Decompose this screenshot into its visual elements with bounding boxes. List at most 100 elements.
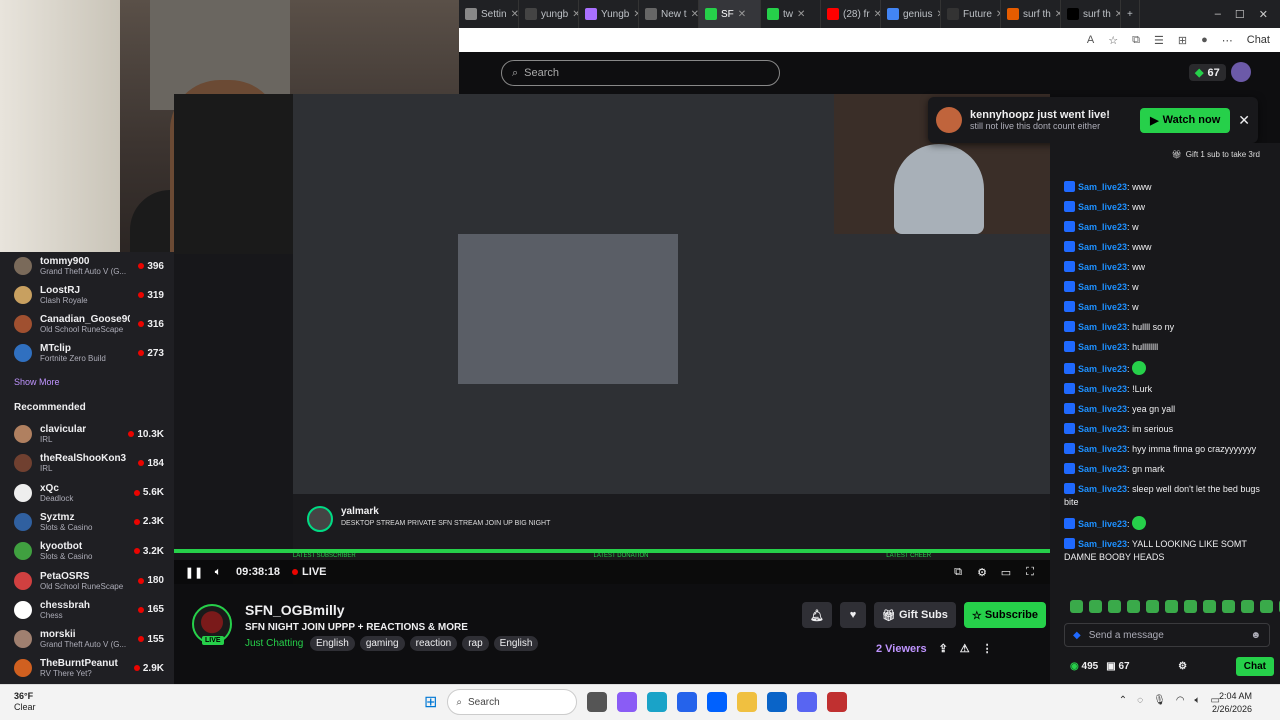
show-more-link[interactable]: Show More bbox=[14, 377, 60, 387]
chat-username[interactable]: Sam_live23 bbox=[1078, 484, 1127, 494]
stream-tag[interactable]: gaming bbox=[359, 636, 405, 651]
favorite-star-icon[interactable]: ☆ bbox=[1108, 34, 1118, 47]
tab-close-icon[interactable]: ✕ bbox=[797, 9, 805, 20]
speaker-icon[interactable]: 🔈︎ bbox=[1195, 695, 1201, 706]
tab-close-icon[interactable]: ✕ bbox=[691, 9, 698, 20]
watch-now-button[interactable]: ▶ Watch now bbox=[1140, 107, 1231, 133]
share-icon[interactable]: ⇪ bbox=[939, 642, 948, 655]
chat-settings-icon[interactable]: ⚙ bbox=[1178, 661, 1187, 672]
search-input[interactable]: ⌕ Search bbox=[501, 60, 780, 86]
sidebar-channel[interactable]: TheBurntPeanut RV There Yet? 2.9K bbox=[14, 654, 164, 682]
sidebar-channel[interactable]: chessbrah Chess 165 bbox=[14, 596, 164, 624]
clip-icon[interactable]: ⧉ bbox=[952, 566, 964, 578]
dropbox-icon[interactable] bbox=[707, 692, 728, 712]
chat-username[interactable]: Sam_live23 bbox=[1078, 444, 1127, 454]
sidebar-channel[interactable]: Canadian_Goose902 Old School RuneScape 316 bbox=[14, 310, 164, 338]
start-button-icon[interactable]: ⊞ bbox=[424, 692, 437, 712]
taskbar-search[interactable]: ⌕ Search bbox=[447, 689, 578, 715]
chat-username[interactable]: Sam_live23 bbox=[1078, 364, 1127, 374]
emote-icon[interactable] bbox=[1108, 600, 1121, 613]
sidebar-channel[interactable]: MTclip Fortnite Zero Build 273 bbox=[14, 339, 164, 367]
sidebar-channel[interactable]: LoostRJ Clash Royale 319 bbox=[14, 281, 164, 309]
extensions-icon[interactable]: ⧉ bbox=[1132, 34, 1140, 47]
stream-category[interactable]: Just Chatting bbox=[245, 638, 303, 649]
chat-username[interactable]: Sam_live23 bbox=[1078, 342, 1127, 352]
sidebar-channel[interactable]: Syztmz Slots & Casino 2.3K bbox=[14, 508, 164, 536]
chat-username[interactable]: Sam_live23 bbox=[1078, 282, 1127, 292]
taskbar-clock[interactable]: 2:04 AM 2/26/2026 bbox=[1212, 690, 1252, 716]
copilot-icon[interactable] bbox=[617, 692, 638, 712]
subscribe-button[interactable]: ☆ Subscribe bbox=[963, 602, 1047, 628]
discord-icon[interactable] bbox=[797, 692, 818, 712]
microphone-icon[interactable]: 🎙︎ bbox=[1153, 695, 1166, 706]
pause-icon[interactable]: ❚❚ bbox=[185, 566, 203, 579]
browser-tab[interactable]: (28) fr ✕ bbox=[821, 0, 881, 28]
close-window-icon[interactable]: ✕ bbox=[1259, 8, 1268, 21]
chat-username[interactable]: Sam_live23 bbox=[1078, 424, 1127, 434]
emote-icon[interactable] bbox=[1260, 600, 1273, 613]
chat-username[interactable]: Sam_live23 bbox=[1078, 322, 1127, 332]
sidebar-channel[interactable]: theRealShooKon3 IRL 184 bbox=[14, 449, 164, 477]
sidebar-channel[interactable]: morskii Grand Theft Auto V (G... 155 bbox=[14, 625, 164, 653]
sidebar-channel[interactable]: xQc Deadlock 5.6K bbox=[14, 479, 164, 507]
stream-tag[interactable]: rap bbox=[462, 636, 489, 651]
browser-tab[interactable]: tw ✕ bbox=[761, 0, 821, 28]
emote-icon[interactable] bbox=[1089, 600, 1102, 613]
channel-points[interactable]: ◉ 495 bbox=[1070, 661, 1098, 672]
weather-widget[interactable]: 36°F Clear bbox=[14, 691, 36, 713]
theatre-mode-icon[interactable]: ▭ bbox=[1000, 566, 1012, 579]
browser-tab[interactable]: Future✕ bbox=[941, 0, 1001, 28]
bits-balance[interactable]: ◆ 67 bbox=[1189, 64, 1226, 81]
chat-username[interactable]: Sam_live23 bbox=[1078, 262, 1127, 272]
chat-username[interactable]: Sam_live23 bbox=[1078, 182, 1127, 192]
more-options-icon[interactable]: ⋮ bbox=[982, 642, 993, 655]
emote-icon[interactable] bbox=[1222, 600, 1235, 613]
settings-icon[interactable]: ⚙ bbox=[976, 566, 988, 579]
browser-tab[interactable]: Settin ✕ bbox=[459, 0, 519, 28]
notification-bell-button[interactable]: 🔔︎ bbox=[802, 602, 832, 628]
minimize-icon[interactable]: – bbox=[1215, 8, 1221, 21]
sidebar-channel[interactable]: kyootbot Slots & Casino 3.2K bbox=[14, 537, 164, 565]
sidebar-channel[interactable]: tommy900 Grand Theft Auto V (G... 396 bbox=[14, 252, 164, 280]
chat-send-button[interactable]: Chat bbox=[1235, 657, 1274, 676]
chat-username[interactable]: Sam_live23 bbox=[1078, 384, 1127, 394]
favorites-icon[interactable]: ☰ bbox=[1154, 34, 1164, 47]
tab-close-icon[interactable]: ✕ bbox=[572, 9, 578, 20]
follow-button[interactable]: ♥ bbox=[839, 602, 866, 628]
gift-subs-button[interactable]: 🎁︎ Gift Subs bbox=[873, 602, 956, 628]
stream-tag[interactable]: English bbox=[493, 636, 539, 651]
store-icon[interactable] bbox=[677, 692, 698, 712]
task-view-icon[interactable] bbox=[587, 692, 608, 712]
browser-tab[interactable]: SF ✕ bbox=[699, 0, 761, 28]
profile-icon[interactable]: ● bbox=[1201, 34, 1208, 46]
emote-icon[interactable] bbox=[1203, 600, 1216, 613]
gift-balance[interactable]: ▣ 67 bbox=[1106, 661, 1129, 672]
browser-tab[interactable]: surf th✕ bbox=[1001, 0, 1061, 28]
chat-username[interactable]: Sam_live23 bbox=[1078, 222, 1127, 232]
file-explorer-icon[interactable] bbox=[737, 692, 758, 712]
collections-icon[interactable]: ⊞ bbox=[1178, 34, 1187, 47]
emote-icon[interactable] bbox=[1165, 600, 1178, 613]
browser-tab[interactable]: genius✕ bbox=[881, 0, 941, 28]
fullscreen-icon[interactable]: ⛶ bbox=[1024, 566, 1036, 578]
close-icon[interactable]: ✕ bbox=[1238, 112, 1250, 129]
copilot-chat-button[interactable]: Chat bbox=[1247, 34, 1270, 46]
chevron-up-icon[interactable]: ⌃ bbox=[1119, 695, 1127, 706]
chat-input[interactable]: ◆ Send a message ☻ bbox=[1064, 623, 1270, 647]
wifi-icon[interactable]: ◠ bbox=[1176, 695, 1185, 706]
chat-username[interactable]: Sam_live23 bbox=[1078, 242, 1127, 252]
channel-name[interactable]: SFN_OGBmilly bbox=[245, 602, 345, 618]
read-aloud-icon[interactable]: A bbox=[1087, 34, 1094, 46]
emote-icon[interactable] bbox=[1070, 600, 1083, 613]
stream-tag[interactable]: English bbox=[310, 636, 355, 651]
maximize-icon[interactable]: ☐ bbox=[1235, 8, 1245, 21]
video-player[interactable]: yalmark DESKTOP STREAM PRIVATE SFN STREA… bbox=[174, 94, 1050, 584]
emote-picker-icon[interactable]: ☻ bbox=[1250, 630, 1261, 641]
emote-icon[interactable] bbox=[1241, 600, 1254, 613]
sidebar-channel[interactable]: clavicular IRL 10.3K bbox=[14, 420, 164, 448]
volume-icon[interactable]: 🔈︎ bbox=[212, 566, 224, 578]
user-avatar[interactable] bbox=[1231, 62, 1251, 82]
emote-icon[interactable] bbox=[1127, 600, 1140, 613]
outlook-icon[interactable] bbox=[767, 692, 788, 712]
network-icon[interactable]: ◌ bbox=[1137, 695, 1143, 706]
